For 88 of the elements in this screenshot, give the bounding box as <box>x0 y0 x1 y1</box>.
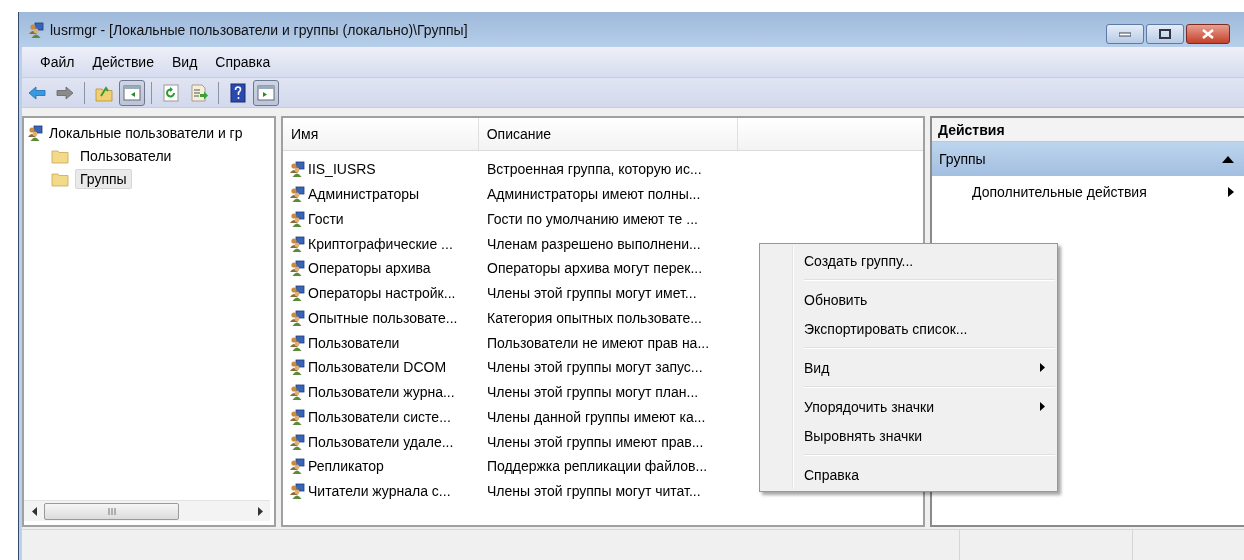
menu-item[interactable]: Обновить <box>760 285 1057 314</box>
group-name[interactable]: Пользователи систе... <box>308 408 451 425</box>
users-icon <box>289 161 305 178</box>
help-icon <box>230 83 246 102</box>
group-description: Администраторы имеют полны... <box>486 186 701 203</box>
folder-up-icon <box>95 85 113 101</box>
group-name[interactable]: Пользователи журна... <box>308 384 455 401</box>
group-description: Члены этой группы могут план... <box>486 384 699 401</box>
group-name[interactable]: Операторы архива <box>308 260 431 277</box>
group-name[interactable]: IIS_IUSRS <box>308 161 376 178</box>
menu-bar-item[interactable]: Действие <box>84 51 162 73</box>
group-description: Члены этой группы могут имет... <box>486 285 697 302</box>
menu-item[interactable]: Выровнять значки <box>760 421 1057 450</box>
menu-item[interactable]: Вид <box>760 353 1057 382</box>
grip-icon <box>107 507 116 515</box>
tree-item[interactable]: Пользователи <box>75 145 177 166</box>
back-arrow-icon <box>28 86 46 99</box>
users-icon <box>289 260 305 277</box>
collapse-icon <box>1222 155 1234 163</box>
users-icon <box>289 235 305 252</box>
maximize-button[interactable] <box>1146 24 1184 44</box>
group-description: Гости по умолчанию имеют те ... <box>486 210 698 227</box>
forward-arrow-icon <box>56 86 74 99</box>
group-description: Членам разрешено выполнени... <box>486 235 701 252</box>
horizontal-scrollbar[interactable] <box>24 500 270 521</box>
group-name[interactable]: Пользователи DCOM <box>308 359 447 376</box>
group-name[interactable]: Пользователи удале... <box>308 433 454 450</box>
group-description: Члены этой группы имеют прав... <box>486 433 704 450</box>
tree-item[interactable]: Группы <box>75 168 132 189</box>
menu-item[interactable]: Справка <box>760 460 1057 489</box>
users-icon <box>289 186 305 203</box>
pane-toggle-icon <box>257 85 275 100</box>
group-name[interactable]: Криптографические ... <box>308 235 453 252</box>
column-header[interactable]: Описание <box>478 118 739 150</box>
close-button[interactable] <box>1186 24 1230 44</box>
actions-header: Действия <box>932 118 1244 142</box>
users-icon <box>289 359 305 376</box>
menu-item[interactable]: Создать группу... <box>760 246 1057 275</box>
group-name[interactable]: Репликатор <box>308 458 384 475</box>
menu-item[interactable]: Экспортировать список... <box>760 314 1057 343</box>
toolbar-button[interactable] <box>119 79 145 106</box>
users-icon <box>289 384 305 401</box>
folder-icon <box>51 147 69 164</box>
maximize-icon <box>1159 29 1171 39</box>
users-icon <box>289 309 305 326</box>
menu-bar-item[interactable]: Вид <box>163 51 206 73</box>
group-description: Члены этой группы могут читат... <box>486 483 701 500</box>
menu-bar-item[interactable]: Файл <box>32 51 83 73</box>
users-icon <box>289 408 305 425</box>
group-name[interactable]: Опытные пользовате... <box>308 309 458 326</box>
export-list-icon <box>191 84 208 101</box>
group-description: Операторы архива могут перек... <box>486 260 703 277</box>
users-icon <box>289 334 305 351</box>
menu-item[interactable]: Упорядочить значки <box>760 392 1057 421</box>
refresh-icon <box>163 84 179 101</box>
group-description: Пользователи не имеют прав на... <box>486 334 710 351</box>
scroll-thumb[interactable] <box>44 502 179 520</box>
folder-icon <box>51 170 69 187</box>
tree-item[interactable]: Локальные пользователи и гр <box>27 121 274 144</box>
group-name[interactable]: Пользователи <box>308 334 400 351</box>
users-icon <box>28 21 44 38</box>
pane-toggle-icon <box>123 85 141 100</box>
users-icon <box>289 458 305 475</box>
group-name[interactable]: Гости <box>308 210 344 227</box>
menu-bar-item[interactable]: Справка <box>207 51 279 73</box>
window-title: lusrmgr - [Локальные пользователи и группы (локально)\Группы] <box>50 21 468 38</box>
group-description: Поддержка репликации файлов... <box>486 458 708 475</box>
group-description: Категория опытных пользовате... <box>486 309 702 326</box>
users-icon <box>27 124 43 141</box>
users-icon <box>289 483 305 500</box>
users-icon <box>289 433 305 450</box>
group-description: Члены этой группы могут запус... <box>486 359 703 376</box>
group-name[interactable]: Читатели журнала с... <box>308 483 451 500</box>
users-icon <box>289 210 305 227</box>
scroll-left-icon <box>31 506 37 516</box>
toolbar-button[interactable] <box>253 79 279 106</box>
group-name[interactable]: Администраторы <box>308 186 420 203</box>
action-item[interactable]: Дополнительные действия <box>932 176 1244 207</box>
close-icon <box>1202 29 1214 39</box>
group-name[interactable]: Операторы настройк... <box>308 285 456 302</box>
group-description: Встроенная группа, которую ис... <box>486 161 702 178</box>
actions-section[interactable]: Группы <box>932 142 1244 176</box>
scroll-right-icon <box>257 506 263 516</box>
minimize-button[interactable] <box>1106 24 1144 44</box>
group-description: Члены данной группы имеют ка... <box>486 408 706 425</box>
minimize-icon <box>1119 31 1131 37</box>
users-icon <box>289 285 305 302</box>
column-header[interactable]: Имя <box>283 118 479 150</box>
